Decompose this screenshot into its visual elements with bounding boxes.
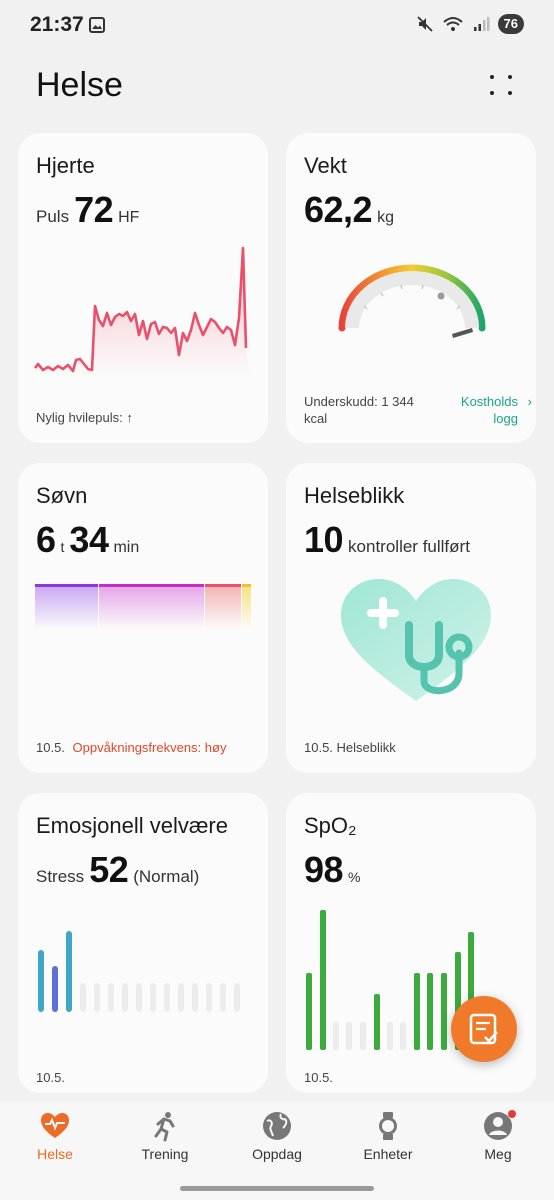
weight-metric: 62,2 kg bbox=[304, 189, 394, 231]
home-indicator[interactable] bbox=[180, 1186, 374, 1191]
emotional-date: 10.5. bbox=[36, 1070, 65, 1085]
weight-value: 62,2 bbox=[304, 189, 373, 230]
pulse-unit: HF bbox=[118, 209, 140, 226]
sleep-hours-unit: t bbox=[60, 539, 65, 555]
status-icons: 76 bbox=[416, 14, 524, 34]
spo2-date: 10.5. bbox=[304, 1070, 333, 1085]
stress-value: 52 bbox=[89, 849, 129, 890]
running-icon bbox=[154, 1112, 175, 1142]
pulse-value: 72 bbox=[74, 189, 114, 230]
stress-metric: Stress 52 (Normal) bbox=[36, 849, 199, 891]
notepad-check-icon bbox=[469, 1013, 498, 1045]
nav-label-discover: Oppdag bbox=[252, 1146, 302, 1162]
health-check-card-title: Helseblikk bbox=[304, 483, 405, 508]
weight-card-title: Vekt bbox=[304, 153, 347, 178]
nav-health[interactable]: Helse bbox=[5, 1110, 105, 1162]
status-bar: 21:37 76 bbox=[0, 0, 554, 52]
spo2-value: 98 bbox=[304, 849, 344, 890]
heart-card-title: Hjerte bbox=[36, 153, 95, 178]
emotional-card-title: Emosjonell velvære bbox=[36, 813, 228, 838]
battery-indicator: 76 bbox=[497, 14, 524, 34]
health-check-card[interactable]: Helseblikk 10 kontroller fullført 10.5. … bbox=[286, 463, 536, 773]
mute-icon bbox=[416, 16, 433, 32]
checks-count: 10 bbox=[304, 519, 344, 560]
resting-pulse-note: Nylig hvilepuls: ↑ bbox=[36, 410, 133, 425]
chevron-right-icon: › bbox=[527, 394, 532, 409]
sleep-card-title: Søvn bbox=[36, 483, 88, 508]
more-options-icon[interactable] bbox=[484, 70, 518, 104]
nav-profile[interactable]: Meg bbox=[448, 1110, 548, 1162]
sleep-hours: 6 bbox=[36, 519, 56, 560]
wifi-icon bbox=[442, 17, 463, 31]
sleep-duration-metric: 6 t 34 min bbox=[36, 519, 139, 561]
nav-label-devices: Enheter bbox=[363, 1146, 413, 1162]
signal-icon bbox=[473, 17, 490, 31]
health-check-metric: 10 kontroller fullført bbox=[304, 519, 470, 561]
sleep-stages-chart bbox=[35, 584, 251, 629]
nav-devices[interactable]: Enheter bbox=[338, 1110, 438, 1162]
weight-card[interactable]: Vekt 62,2 kg Underskudd: 1 344 kcal Kost… bbox=[286, 133, 536, 443]
heart-card[interactable]: Hjerte Puls 72 HF Nylig hvilepuls: ↑ bbox=[18, 133, 268, 443]
heart-stethoscope-icon bbox=[341, 579, 491, 701]
spo2-metric: 98 % bbox=[304, 849, 361, 891]
sleep-minutes: 34 bbox=[69, 519, 109, 560]
status-time: 21:37 bbox=[30, 13, 84, 36]
sleep-minutes-unit: min bbox=[113, 539, 140, 556]
watch-icon bbox=[379, 1112, 397, 1140]
health-check-footnote: 10.5. Helseblikk bbox=[304, 740, 396, 755]
weight-unit: kg bbox=[377, 209, 394, 226]
calorie-deficit-note: Underskudd: 1 344 kcal bbox=[304, 394, 414, 426]
nav-label-training: Trening bbox=[141, 1146, 189, 1162]
globe-icon bbox=[263, 1112, 291, 1140]
nav-label-health: Helse bbox=[37, 1146, 73, 1162]
sleep-footnote: 10.5. Oppvåkningsfrekvens: høy bbox=[36, 740, 226, 755]
gallery-notification-icon bbox=[89, 17, 105, 33]
notification-badge bbox=[508, 1110, 516, 1118]
checks-label: kontroller fullført bbox=[348, 537, 470, 556]
nav-discover[interactable]: Oppdag bbox=[227, 1110, 327, 1162]
stress-label: Stress bbox=[36, 867, 85, 886]
weight-gauge bbox=[338, 264, 486, 338]
spo2-unit: % bbox=[348, 869, 361, 885]
pulse-label: Puls bbox=[36, 207, 70, 226]
diet-log-label: Kostholds logg bbox=[460, 394, 518, 426]
page-title: Helse bbox=[36, 66, 123, 104]
sleep-date: 10.5. bbox=[36, 740, 65, 755]
log-entry-fab[interactable] bbox=[451, 996, 517, 1062]
stress-chart bbox=[38, 931, 240, 1012]
heart-rate-metric: Puls 72 HF bbox=[36, 189, 139, 231]
stress-status: (Normal) bbox=[133, 867, 200, 886]
spo2-card-title: SpO₂ bbox=[304, 813, 357, 838]
nav-label-profile: Meg bbox=[484, 1146, 512, 1162]
emotional-wellbeing-card[interactable]: Emosjonell velvære Stress 52 (Normal) 10… bbox=[18, 793, 268, 1093]
heart-pulse-icon bbox=[41, 1113, 69, 1138]
diet-log-link[interactable]: Kostholds logg › bbox=[436, 393, 532, 427]
sleep-warning: Oppvåkningsfrekvens: høy bbox=[72, 740, 227, 755]
heart-rate-chart bbox=[33, 246, 250, 378]
nav-training[interactable]: Trening bbox=[115, 1110, 215, 1162]
sleep-card[interactable]: Søvn 6 t 34 min 10.5. Oppvåkningsfrekven… bbox=[18, 463, 268, 773]
